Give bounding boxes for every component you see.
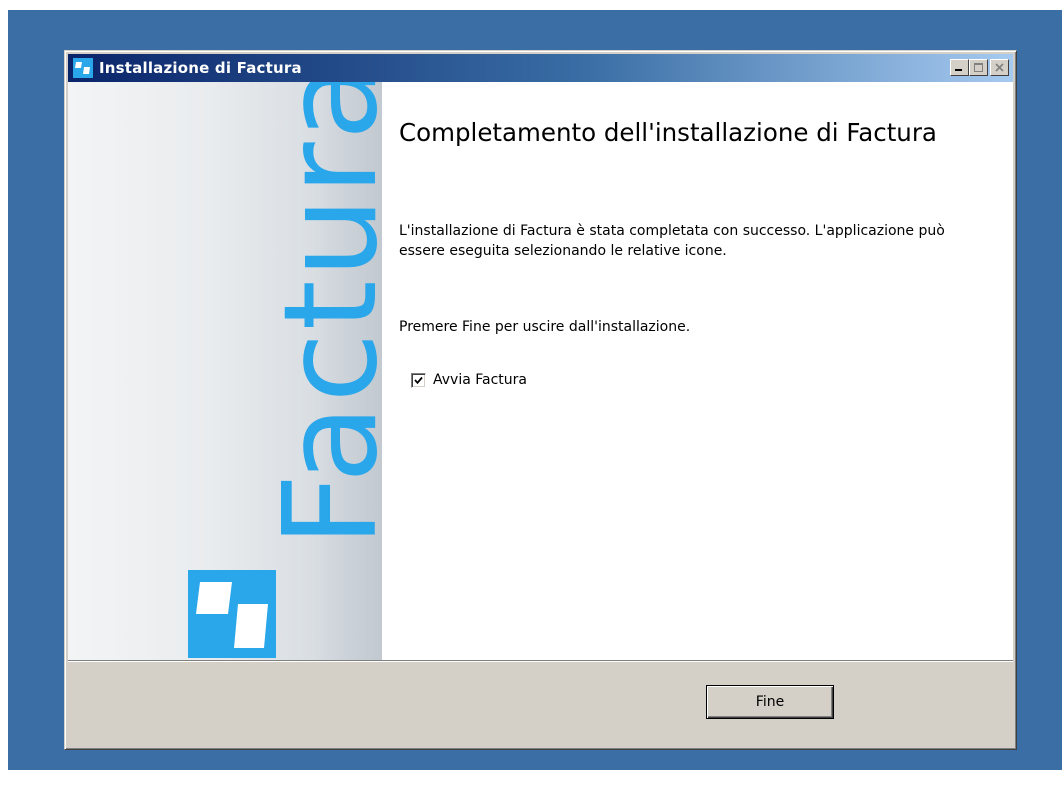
launch-checkbox-label[interactable]: Avvia Factura [433, 372, 527, 388]
launch-checkbox[interactable] [411, 372, 426, 388]
footer-divider-highlight [68, 661, 1013, 662]
factura-logo-icon [188, 570, 276, 658]
maximize-icon [974, 63, 983, 72]
exit-instruction: Premere Fine per uscire dall'installazio… [399, 319, 691, 335]
maximize-button[interactable] [969, 59, 988, 76]
window-title: Installazione di Factura [99, 59, 302, 77]
close-icon [995, 63, 1004, 72]
launch-option[interactable]: Avvia Factura [411, 372, 527, 388]
branding-panel: Factura [68, 82, 382, 660]
finish-button[interactable]: Fine [706, 685, 834, 719]
brand-wordmark: Factura [257, 82, 382, 547]
minimize-button[interactable] [950, 59, 969, 76]
window-controls [950, 59, 1009, 76]
installer-window: Installazione di Factura Factura Complet… [64, 50, 1017, 750]
page-title: Completamento dell'installazione di Fact… [399, 118, 937, 147]
app-icon [73, 58, 93, 78]
checkmark-icon [414, 376, 423, 384]
completion-message: L'installazione di Factura è stata compl… [399, 223, 945, 259]
title-bar[interactable]: Installazione di Factura [68, 54, 1013, 82]
content-area: Completamento dell'installazione di Fact… [382, 82, 1013, 660]
minimize-icon [955, 69, 962, 71]
close-button[interactable] [990, 59, 1009, 76]
